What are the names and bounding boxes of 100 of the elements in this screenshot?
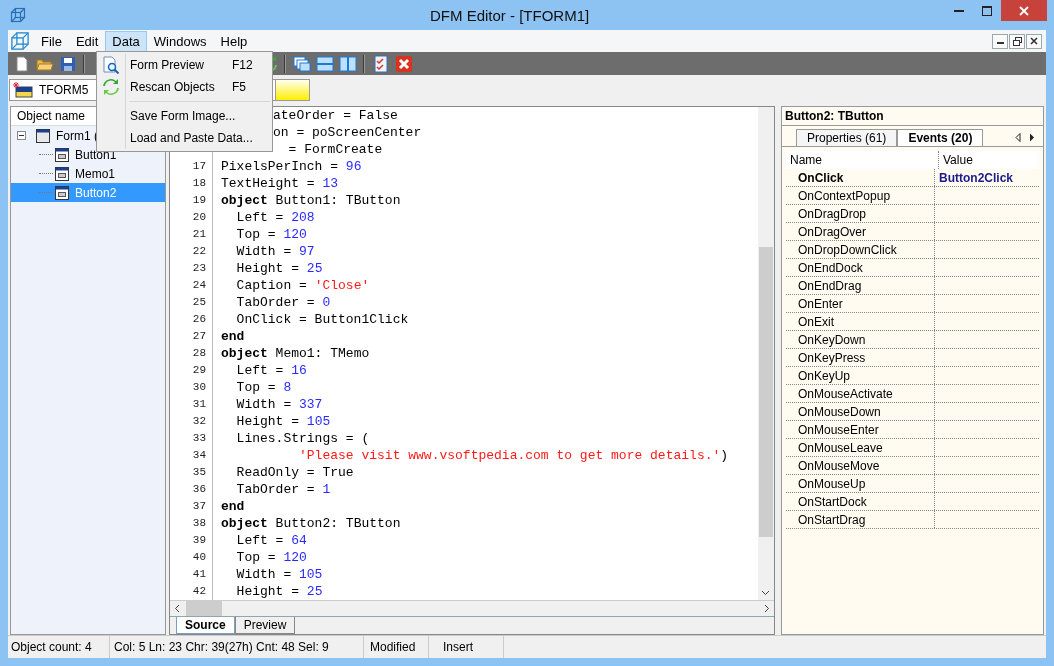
restore-button[interactable] (1009, 33, 1025, 49)
menu-item[interactable]: Edit (68, 30, 106, 52)
code-line: TabOrder = 1 (235, 481, 331, 498)
scroll-right-icon[interactable] (1029, 132, 1035, 142)
event-name[interactable]: OnStartDock (786, 493, 935, 510)
line-number: 40 (192, 551, 206, 563)
code-line: ReadOnly = True (235, 464, 354, 481)
code-line: end (221, 328, 245, 345)
line-number: 20 (192, 211, 206, 223)
event-name[interactable]: OnMouseMove (786, 457, 935, 474)
event-name[interactable]: OnMouseEnter (786, 421, 935, 438)
maximize-icon (982, 5, 992, 16)
code-line: TextHeight = 13 (221, 175, 339, 192)
tab[interactable]: Source (176, 617, 235, 634)
code-line: TabOrder = 0 (235, 294, 331, 311)
code-line: end (221, 498, 245, 515)
event-name[interactable]: OnMouseActivate (786, 385, 935, 402)
event-name[interactable]: OnDragOver (786, 223, 935, 240)
button-component-icon (55, 185, 69, 200)
status-text: Modified (364, 636, 429, 658)
scroll-thumb[interactable] (759, 247, 773, 537)
scroll-right-icon[interactable] (764, 604, 770, 613)
line-number: 22 (192, 245, 206, 257)
line-number: 17 (192, 160, 206, 172)
code-line: = FormCreate (287, 141, 383, 158)
tree-item[interactable]: Memo1 (11, 164, 165, 183)
code-line: object Memo1: TMemo (221, 345, 370, 362)
form-icon (36, 128, 50, 143)
menu-item[interactable]: Windows (146, 30, 214, 52)
scroll-left-icon[interactable] (174, 604, 180, 613)
line-number: 34 (192, 449, 206, 461)
line-number: 26 (192, 313, 206, 325)
status-text: Object count: 4 (8, 636, 110, 658)
cube-icon (10, 31, 30, 51)
code-line: Height = 25 (235, 583, 323, 600)
event-name[interactable]: OnExit (786, 313, 935, 330)
line-number: 23 (192, 262, 206, 274)
code-line: object Button2: TButton (221, 515, 401, 532)
window-title: DFM Editor - [TFORM1] (430, 6, 590, 24)
code-line: Caption = 'Close' (235, 277, 370, 294)
line-number: 35 (192, 466, 206, 478)
menu-item[interactable]: File (34, 30, 69, 52)
event-name[interactable]: OnDragDrop (786, 205, 935, 222)
menu-item[interactable]: Rescan Objects F5 (97, 76, 272, 98)
status-text: Insert (429, 636, 504, 658)
event-name[interactable]: OnDropDownClick (786, 241, 935, 258)
line-number: 42 (192, 585, 206, 597)
scroll-left-icon[interactable] (1015, 132, 1021, 142)
status-text: Col: 5 Ln: 23 Chr: 39(27h) Cnt: 48 Sel: 9 (110, 636, 364, 658)
menu-item[interactable]: Data (105, 30, 147, 52)
close-button[interactable] (1026, 33, 1042, 49)
line-number: 28 (192, 347, 206, 359)
restore-icon (1012, 36, 1022, 46)
code-line: 'Please visit www.vsoftpedia.com to get more details.') (298, 447, 729, 464)
tab[interactable]: Events (20) (897, 128, 984, 146)
event-name[interactable]: OnClick (786, 169, 935, 186)
code-line: ateOrder = False (273, 107, 398, 124)
scroll-down-icon[interactable] (761, 590, 770, 596)
event-name[interactable]: OnContextPopup (786, 187, 935, 204)
code-line: Top = 120 (235, 226, 307, 243)
code-line: Left = 64 (235, 532, 307, 549)
code-line: Left = 208 (235, 209, 315, 226)
event-name[interactable]: OnMouseDown (786, 403, 935, 420)
event-name[interactable]: OnEndDock (786, 259, 935, 276)
menu-item[interactable]: Form Preview F12 (97, 54, 272, 76)
line-number: 36 (192, 483, 206, 495)
code-line: Left = 16 (235, 362, 307, 379)
minimize-icon (954, 9, 964, 12)
event-name[interactable]: OnEnter (786, 295, 935, 312)
code-line: Width = 97 (235, 243, 315, 260)
scrollbar[interactable] (758, 107, 774, 600)
event-name[interactable]: OnStartDrag (786, 511, 935, 528)
menu-item[interactable]: Help (213, 30, 255, 52)
code-line: Width = 105 (235, 566, 323, 583)
code-line: PixelsPerInch = 96 (221, 158, 362, 175)
line-number: 29 (192, 364, 206, 376)
event-name[interactable]: OnKeyUp (786, 367, 935, 384)
collapse-icon[interactable] (17, 131, 26, 140)
event-name[interactable]: OnMouseUp (786, 475, 935, 492)
tab[interactable]: Properties (61) (796, 128, 898, 146)
line-number: 18 (192, 177, 206, 189)
refresh-icon (102, 78, 120, 96)
line-number: 41 (192, 568, 206, 580)
event-name[interactable]: OnEndDrag (786, 277, 935, 294)
event-handler[interactable]: Button2Click (939, 170, 1013, 185)
line-number: 30 (192, 381, 206, 393)
event-name[interactable]: OnMouseLeave (786, 439, 935, 456)
minimize-button[interactable] (992, 33, 1008, 49)
event-name[interactable]: OnKeyDown (786, 331, 935, 348)
column-header: Value (942, 152, 973, 169)
event-name[interactable]: OnKeyPress (786, 349, 935, 366)
code-line: Top = 8 (235, 379, 292, 396)
code-line: Width = 337 (235, 396, 323, 413)
code-line: Top = 120 (235, 549, 307, 566)
tab[interactable]: Preview (234, 617, 296, 634)
scroll-thumb[interactable] (186, 601, 222, 616)
button-component-icon (55, 166, 69, 181)
code-line: Height = 25 (235, 260, 323, 277)
minimize-icon (996, 42, 1004, 44)
code-line: OnClick = Button1Click (235, 311, 409, 328)
